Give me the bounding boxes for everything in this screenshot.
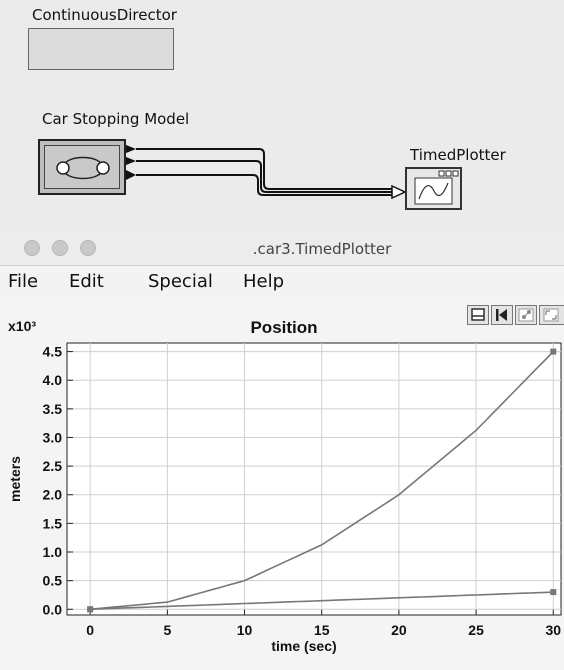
menu-edit[interactable]: Edit: [69, 271, 104, 292]
composite-actor-icon: [44, 145, 120, 189]
chart-title: Position: [250, 318, 317, 337]
y-tick-label: 4.0: [43, 372, 63, 388]
x-tick-label: 30: [545, 622, 561, 638]
connection-wires: [126, 145, 407, 200]
x-tick-label: 0: [86, 622, 94, 638]
model-label: Car Stopping Model: [42, 110, 190, 128]
y-tick-label: 2.5: [43, 458, 63, 474]
series-point-1: [550, 589, 557, 596]
series-point-0: [550, 348, 557, 355]
timed-plotter-actor[interactable]: [405, 167, 462, 210]
menu-special[interactable]: Special: [148, 271, 213, 292]
x-tick-label: 25: [468, 622, 484, 638]
x-tick-label: 5: [163, 622, 171, 638]
x-tick-label: 15: [314, 622, 330, 638]
menu-help[interactable]: Help: [243, 271, 284, 292]
y-tick-label: 4.5: [43, 344, 63, 360]
y-tick-label: 2.0: [43, 487, 63, 503]
car-stopping-model-actor[interactable]: [38, 139, 126, 195]
plot-frame: [66, 342, 562, 616]
continuous-director[interactable]: [28, 28, 174, 70]
x-tick-label: 10: [237, 622, 253, 638]
plotter-icon: [414, 170, 459, 205]
y-tick-label: 1.0: [43, 544, 63, 560]
window-title: .car3.TimedPlotter: [252, 240, 392, 258]
y-tick-label: 3.5: [43, 401, 63, 417]
y-tick-label: 0.0: [43, 601, 63, 617]
x-axis-label: time (sec): [271, 638, 336, 654]
menu-bar: File Edit Special Help: [0, 266, 564, 298]
y-tick-label: 3.0: [43, 429, 63, 445]
y-axis-label: meters: [7, 456, 23, 502]
plotter-label: TimedPlotter: [410, 146, 506, 164]
y-exponent-label: x10³: [8, 318, 36, 334]
position-chart: 0 5 10 15 20 25 30 0.0 0.5 1.0 1.5 2.0 2.5 3.0 3.5 4.0 4…: [7, 318, 562, 654]
y-tick-label: 1.5: [43, 515, 63, 531]
menu-file[interactable]: File: [8, 271, 38, 292]
x-tick-label: 20: [391, 622, 407, 638]
window-titlebar[interactable]: .car3.TimedPlotter: [0, 232, 564, 266]
y-tick-label: 0.5: [43, 573, 63, 589]
director-label: ContinuousDirector: [32, 6, 177, 24]
series-point-1: [87, 606, 94, 613]
